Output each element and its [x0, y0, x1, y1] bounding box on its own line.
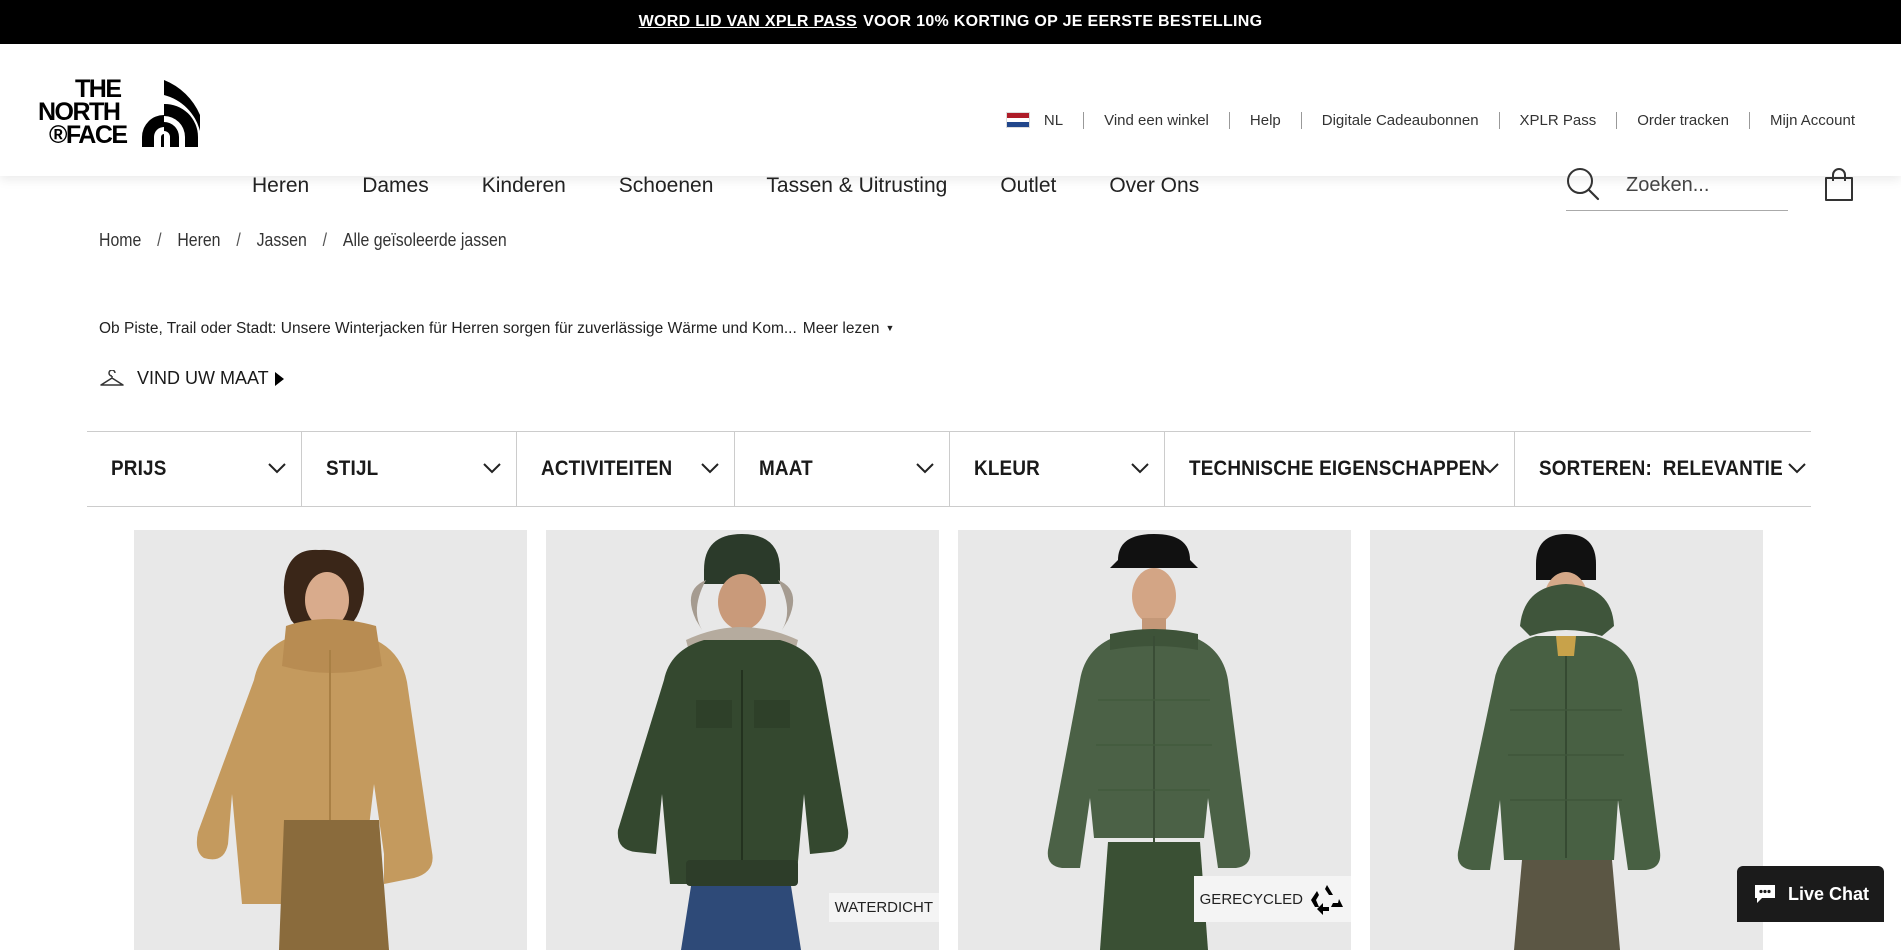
read-more-label: Meer lezen	[802, 320, 880, 337]
product-badge-waterproof: WATERDICHT	[828, 893, 939, 922]
product-card[interactable]	[1370, 530, 1763, 950]
badge-label: GERECYCLED	[1199, 890, 1303, 908]
filter-technical-label: TECHNISCHE EIGENSCHAPPEN	[1189, 457, 1486, 480]
order-tracking-link[interactable]: Order tracken	[1616, 112, 1749, 129]
gift-cards-link[interactable]: Digitale Cadeaubonnen	[1300, 112, 1499, 129]
search-icon[interactable]	[1566, 167, 1600, 201]
breadcrumb-separator: /	[157, 230, 162, 250]
breadcrumb-heren[interactable]: Heren	[177, 230, 220, 251]
chevron-down-icon	[1788, 463, 1806, 474]
live-chat-label: Live Chat	[1787, 883, 1870, 904]
nav-item-tassen[interactable]: Tassen & Uitrusting	[766, 174, 947, 198]
breadcrumb-home[interactable]: Home	[99, 230, 141, 251]
breadcrumb-jassen[interactable]: Jassen	[257, 230, 307, 251]
filter-style[interactable]: STIJL	[302, 432, 517, 506]
filter-technical[interactable]: TECHNISCHE EIGENSCHAPPEN	[1165, 432, 1515, 506]
product-card[interactable]: GERECYCLED	[958, 530, 1351, 950]
main-nav: Heren Dames Kinderen Schoenen Tassen & U…	[252, 174, 1252, 198]
filter-bar: PRIJS STIJL ACTIVITEITEN MAAT KLEUR TECH…	[87, 431, 1811, 507]
chevron-down-icon	[1131, 463, 1149, 474]
netherlands-flag-icon	[1005, 112, 1030, 128]
product-badge-recycled: GERECYCLED	[1193, 876, 1351, 922]
product-card[interactable]	[134, 530, 527, 950]
description-text: Ob Piste, Trail oder Stadt: Unsere Winte…	[99, 320, 797, 337]
breadcrumb-separator: /	[236, 230, 241, 250]
product-image	[1457, 534, 1661, 950]
nav-item-dames[interactable]: Dames	[362, 174, 429, 198]
nav-item-outlet[interactable]: Outlet	[1000, 174, 1056, 198]
breadcrumb-current: Alle geïsoleerde jassen	[342, 230, 507, 250]
nav-item-kinderen[interactable]: Kinderen	[482, 174, 566, 198]
filter-style-label: STIJL	[326, 457, 379, 480]
site-header: THE NORTH ®FACE NL Vind een winkel Help …	[0, 44, 1901, 211]
breadcrumb: Home / Heren / Jassen / Alle geïsoleerde…	[99, 230, 507, 251]
shopping-bag-icon[interactable]	[1824, 168, 1854, 207]
nav-item-heren[interactable]: Heren	[252, 174, 309, 198]
my-account-link[interactable]: Mijn Account	[1748, 112, 1875, 129]
promo-text: VOOR 10% KORTING OP JE EERSTE BESTELLING	[863, 13, 1263, 30]
product-grid: WATERDICHT GERECYCLED	[134, 530, 1782, 950]
chevron-down-icon	[268, 463, 286, 474]
filter-size-label: MAAT	[759, 457, 813, 480]
filter-price-label: PRIJS	[111, 457, 167, 480]
recycle-icon	[1311, 885, 1343, 915]
search-input[interactable]	[1626, 171, 1786, 199]
brand-logo[interactable]: THE NORTH ®FACE	[37, 75, 200, 195]
search-box	[1566, 165, 1788, 211]
caret-down-icon: ▼	[885, 323, 895, 333]
caret-right-icon	[274, 371, 284, 386]
xplr-pass-nav-link[interactable]: XPLR Pass	[1498, 112, 1617, 129]
filter-color[interactable]: KLEUR	[950, 432, 1165, 506]
chevron-down-icon	[916, 463, 934, 474]
filter-activities-label: ACTIVITEITEN	[541, 457, 673, 480]
promo-banner: WORD LID VAN XPLR PASS VOOR 10% KORTING …	[0, 0, 1901, 44]
hanger-icon	[100, 369, 124, 386]
product-image	[196, 549, 433, 950]
filter-size[interactable]: MAAT	[735, 432, 950, 506]
category-description: Ob Piste, Trail oder Stadt: Unsere Winte…	[99, 320, 894, 338]
nav-item-over-ons[interactable]: Over Ons	[1109, 174, 1199, 198]
chevron-down-icon	[1481, 463, 1499, 474]
filter-color-label: KLEUR	[974, 457, 1041, 480]
read-more-link[interactable]: Meer lezen ▼	[803, 320, 895, 337]
language-selector[interactable]: NL	[986, 112, 1083, 129]
sort-label: SORTEREN: RELEVANTIE	[1539, 457, 1783, 480]
help-link[interactable]: Help	[1228, 112, 1301, 129]
product-image	[617, 534, 849, 950]
sort-dropdown[interactable]: SORTEREN: RELEVANTIE	[1515, 432, 1811, 506]
utility-nav: NL Vind een winkel Help Digitale Cadeaub…	[986, 112, 1875, 129]
store-locator-link[interactable]: Vind een winkel	[1083, 112, 1229, 129]
badge-label: WATERDICHT	[834, 899, 933, 916]
breadcrumb-separator: /	[322, 230, 328, 250]
language-label: NL	[1043, 112, 1064, 129]
product-card[interactable]: WATERDICHT	[546, 530, 939, 950]
nav-item-schoenen[interactable]: Schoenen	[619, 174, 714, 198]
xplr-pass-link[interactable]: WORD LID VAN XPLR PASS	[639, 13, 857, 31]
chat-bubble-icon	[1754, 885, 1775, 903]
filter-price[interactable]: PRIJS	[87, 432, 302, 506]
live-chat-button[interactable]: Live Chat	[1737, 866, 1884, 922]
filter-activities[interactable]: ACTIVITEITEN	[517, 432, 735, 506]
logo-line-3: ®FACE	[49, 121, 127, 149]
find-size-link[interactable]: VIND UW MAAT	[99, 368, 284, 389]
chevron-down-icon	[701, 463, 719, 474]
find-size-label: VIND UW MAAT	[137, 368, 269, 388]
chevron-down-icon	[483, 463, 501, 474]
